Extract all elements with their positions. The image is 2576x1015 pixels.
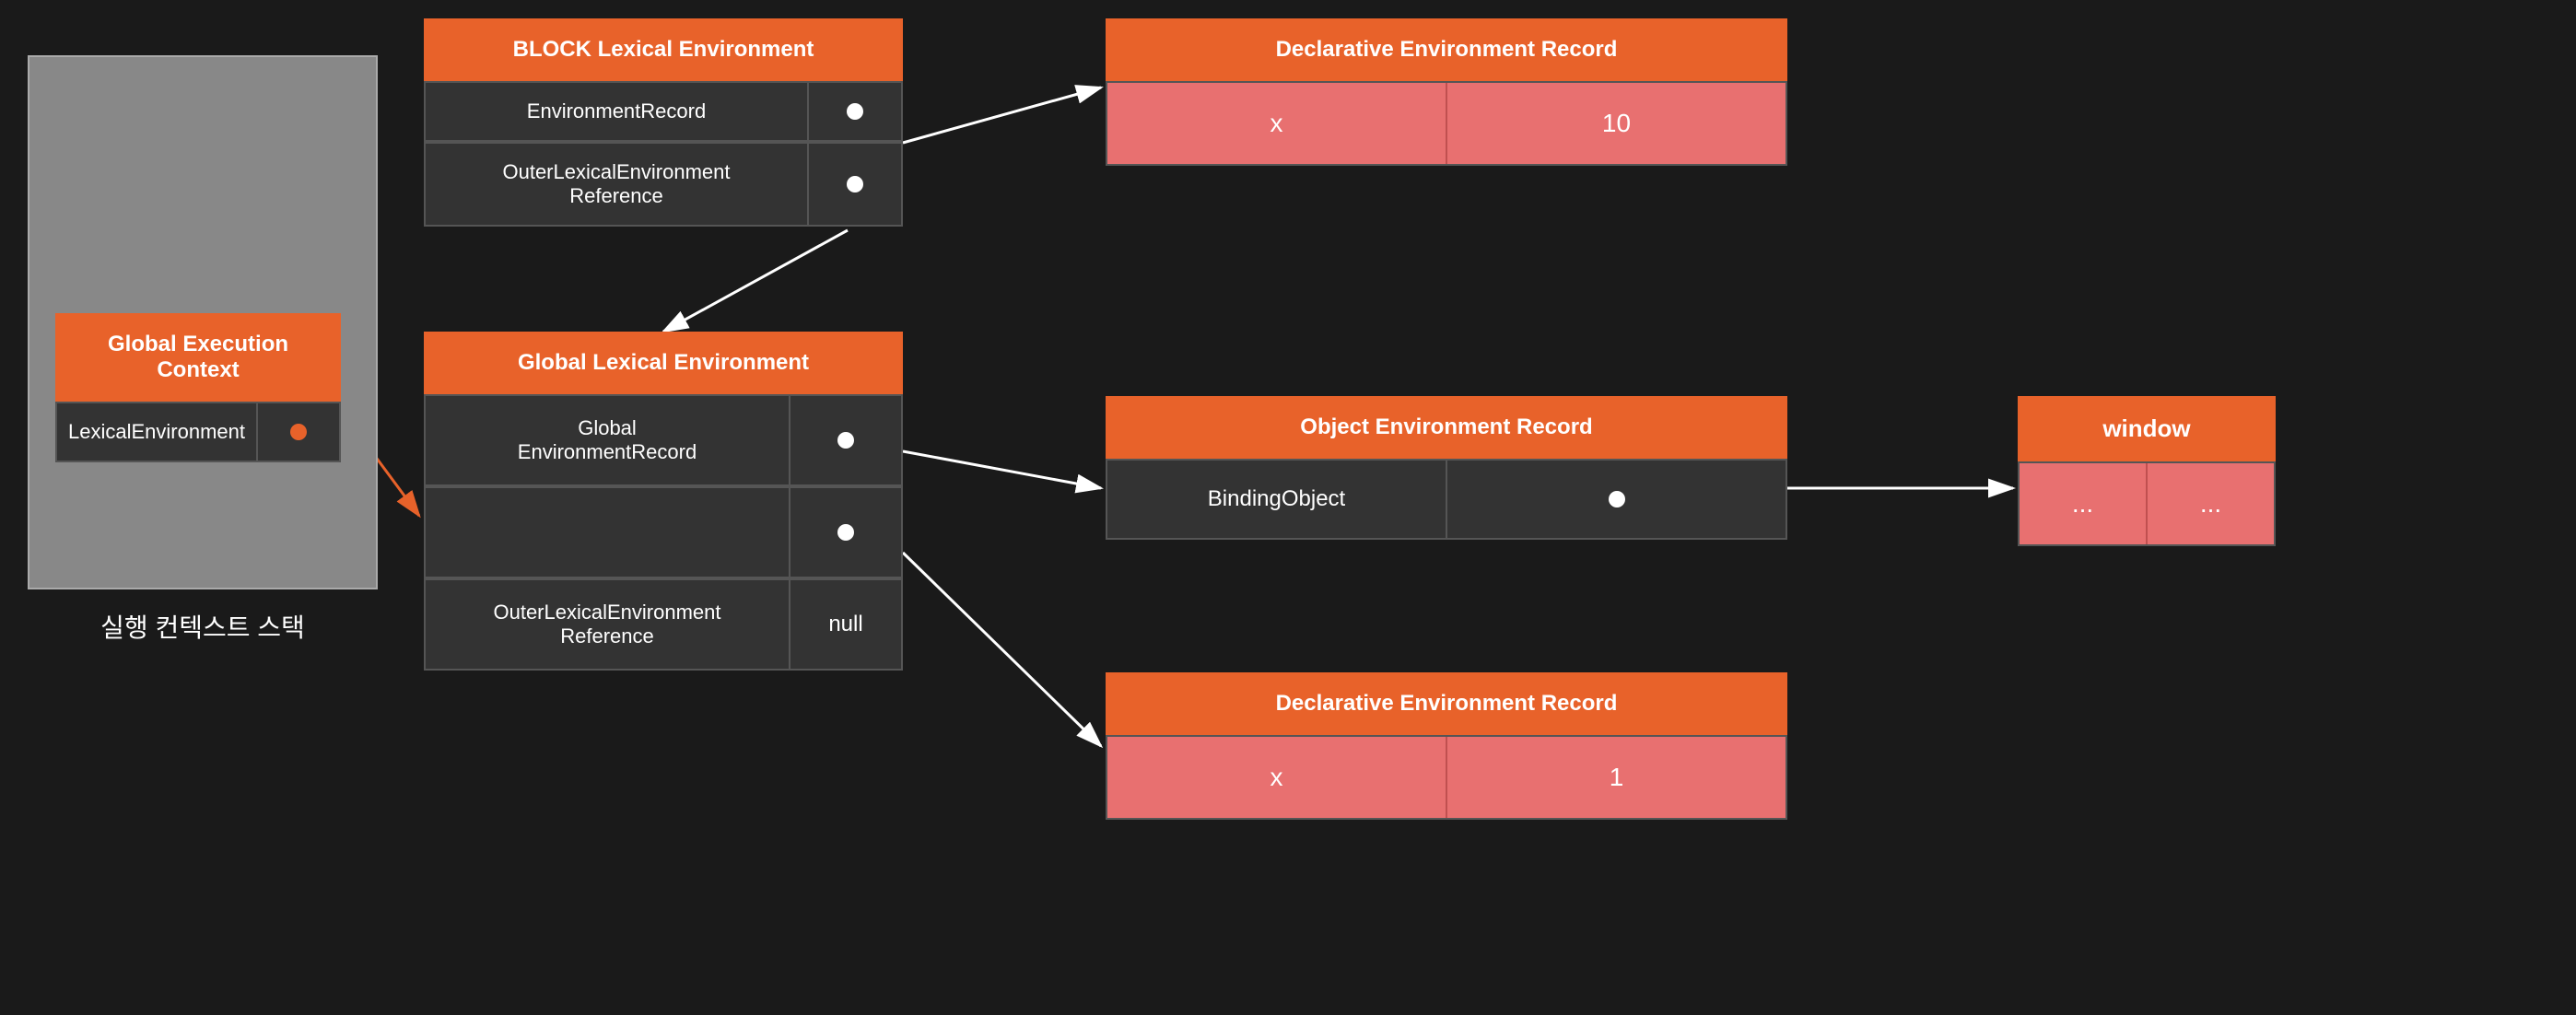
global-exec-context-header: Global Execution Context [55, 313, 341, 402]
lex-env-dot-cell [258, 403, 339, 461]
lex-env-row: LexicalEnvironment [55, 402, 341, 462]
decl-env-record-top-x: x [1107, 83, 1447, 164]
decl-env-record-bottom-val: 1 [1447, 737, 1786, 818]
env-record-row: EnvironmentRecord [424, 81, 903, 142]
decl-env-record-bottom-row: x 1 [1106, 735, 1787, 820]
decl-env-record-top-header: Declarative Environment Record [1106, 18, 1787, 81]
outer-lex-ref-label: OuterLexicalEnvironment Reference [426, 144, 809, 225]
outer-lex-ref-label2: OuterLexicalEnvironment Reference [426, 580, 790, 669]
global-env-record-dot-cell [790, 396, 901, 484]
global-env-record-row2 [424, 486, 903, 578]
block-lex-env-header: BLOCK Lexical Environment [424, 18, 903, 81]
window-header: window [2018, 396, 2276, 461]
block-lex-env: BLOCK Lexical Environment EnvironmentRec… [424, 18, 903, 227]
diagram-container: 실행 컨텍스트 스택 Global Execution Context Lexi… [0, 0, 2576, 1015]
global-env-record-label2 [426, 488, 790, 577]
global-exec-context: Global Execution Context LexicalEnvironm… [55, 313, 341, 462]
outer-lex-ref-null: null [828, 612, 862, 637]
global-env-record-dot-cell2 [790, 488, 901, 577]
decl-env-record-top-row: x 10 [1106, 81, 1787, 166]
global-env-record-dot-bottom [837, 524, 854, 541]
binding-object-dot [1609, 491, 1625, 508]
env-record-dot [847, 103, 863, 120]
decl-env-record-bottom-header: Declarative Environment Record [1106, 672, 1787, 735]
env-record-dot-cell [809, 83, 901, 140]
outer-lex-ref-null-cell: null [790, 580, 901, 669]
global-env-record-label: Global EnvironmentRecord [426, 396, 790, 484]
lex-env-label: LexicalEnvironment [57, 403, 258, 461]
decl-env-record-bottom-x: x [1107, 737, 1447, 818]
obj-env-record: Object Environment Record BindingObject [1106, 396, 1787, 540]
decl-env-record-top-val: 10 [1447, 83, 1786, 164]
outer-lex-ref-row2: OuterLexicalEnvironment Reference null [424, 578, 903, 671]
outer-lex-ref-dot [847, 176, 863, 192]
window-col1: ... [2020, 463, 2148, 544]
lex-env-dot [290, 424, 307, 440]
decl-env-record-top: Declarative Environment Record x 10 [1106, 18, 1787, 166]
binding-object-dot-cell [1447, 461, 1786, 538]
global-env-record-row: Global EnvironmentRecord [424, 394, 903, 486]
obj-env-record-header: Object Environment Record [1106, 396, 1787, 459]
outer-lex-ref-dot-cell [809, 144, 901, 225]
binding-object-label: BindingObject [1107, 461, 1447, 538]
window-col2: ... [2148, 463, 2274, 544]
binding-row: BindingObject [1106, 459, 1787, 540]
window-row: ... ... [2018, 461, 2276, 546]
decl-env-record-bottom: Declarative Environment Record x 1 [1106, 672, 1787, 820]
env-record-label: EnvironmentRecord [426, 83, 809, 140]
global-env-record-dot-top [837, 432, 854, 449]
window-box: window ... ... [2018, 396, 2276, 546]
exec-stack-label: 실행 컨텍스트 스택 [28, 608, 378, 645]
global-lex-env-header: Global Lexical Environment [424, 332, 903, 394]
global-lex-env: Global Lexical Environment Global Enviro… [424, 332, 903, 671]
outer-lex-ref-row: OuterLexicalEnvironment Reference [424, 142, 903, 227]
